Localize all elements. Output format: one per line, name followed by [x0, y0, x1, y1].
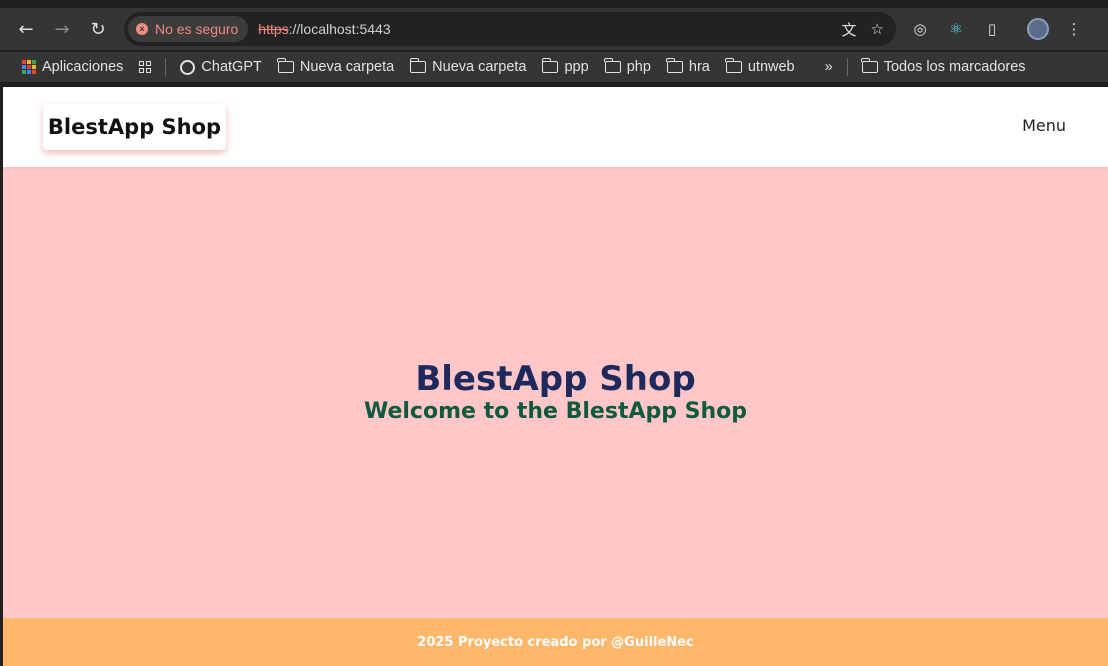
folder-icon: [277, 58, 294, 73]
warning-icon: ×: [136, 23, 148, 35]
bookmark-label: utnweb: [747, 59, 795, 75]
bookmark-label: ppp: [564, 59, 589, 75]
bookmarks-divider: [165, 58, 167, 76]
site-header: BlestApp Shop Menu: [3, 87, 1108, 167]
tab-groups-button[interactable]: [131, 61, 159, 73]
puzzle-icon[interactable]: ▯: [980, 17, 1004, 41]
omnibox-actions: 文 ☆: [842, 12, 884, 46]
forward-button[interactable]: →: [44, 11, 80, 47]
folder-icon: [409, 58, 427, 73]
folder-icon: [861, 58, 878, 73]
folder-icon: [666, 58, 683, 73]
hero-subtitle: Welcome to the BlestApp Shop: [363, 399, 748, 424]
target-icon[interactable]: ◎: [908, 17, 932, 41]
translate-icon[interactable]: 文: [842, 19, 857, 40]
arrow-right-icon: →: [54, 18, 70, 40]
folder-icon: [725, 58, 742, 73]
extension-icons: ◎ ⚛ ▯ ⋮: [908, 8, 1086, 50]
bookmark-label: Nueva carpeta: [299, 59, 395, 75]
arrow-left-icon: ←: [18, 18, 34, 40]
bookmark-apps-label: Aplicaciones: [42, 59, 124, 75]
star-icon[interactable]: ☆: [871, 20, 884, 38]
profile-avatar[interactable]: [1026, 17, 1050, 41]
bookmark-apps[interactable]: Aplicaciones: [14, 59, 131, 75]
url-text[interactable]: https://localhost:5443: [258, 21, 390, 37]
bookmark-label: hra: [688, 59, 710, 75]
bookmarks-overflow-button[interactable]: »: [817, 59, 841, 75]
menu-button[interactable]: Menu: [1022, 116, 1066, 135]
bookmark-all[interactable]: Todos los marcadores: [854, 58, 1034, 75]
bookmark-folder[interactable]: php: [597, 58, 659, 75]
bookmark-label: Nueva carpeta: [432, 59, 527, 75]
folder-icon: [604, 58, 621, 73]
url-scheme: https: [258, 21, 289, 37]
browser-window: ← → ↻ × No es seguro https://localhost:5…: [0, 0, 1108, 666]
bookmark-folder[interactable]: utnweb: [718, 58, 803, 75]
chatgpt-icon: [180, 59, 196, 75]
bookmark-folder[interactable]: Nueva carpeta: [402, 58, 534, 75]
page-viewport: BlestApp Shop Menu BlestApp Shop Welcome…: [3, 87, 1108, 666]
hero-title: BlestApp Shop: [415, 359, 696, 399]
bookmark-folder[interactable]: hra: [659, 58, 718, 75]
security-chip[interactable]: × No es seguro: [128, 16, 249, 42]
brand-logo[interactable]: BlestApp Shop: [43, 104, 226, 150]
bookmark-folder[interactable]: ppp: [534, 58, 596, 75]
footer-text: 2025 Proyecto creado por @GuilleNec: [417, 634, 694, 650]
bookmark-all-label: Todos los marcadores: [883, 59, 1026, 75]
chevron-double-right-icon: »: [824, 59, 833, 75]
address-bar[interactable]: × No es seguro https://localhost:5443 文 …: [124, 12, 896, 46]
folder-icon: [541, 58, 559, 73]
security-chip-label: No es seguro: [155, 21, 239, 37]
url-host: ://localhost:5443: [288, 21, 391, 37]
bookmark-label: php: [626, 59, 651, 75]
bookmarks-divider: [846, 58, 848, 76]
more-vert-icon[interactable]: ⋮: [1062, 17, 1086, 41]
avatar: [1027, 18, 1049, 40]
back-button[interactable]: ←: [8, 11, 44, 47]
reload-button[interactable]: ↻: [80, 11, 116, 47]
reload-icon: ↻: [90, 18, 106, 40]
bookmark-label: ChatGPT: [201, 59, 262, 75]
grid-icon: [139, 61, 152, 73]
hero-section: BlestApp Shop Welcome to the BlestApp Sh…: [3, 167, 1108, 619]
apps-icon: [22, 60, 36, 74]
site-footer: 2025 Proyecto creado por @GuilleNec: [3, 618, 1108, 666]
bookmark-folder[interactable]: Nueva carpeta: [270, 58, 402, 75]
react-icon[interactable]: ⚛: [944, 17, 968, 41]
bookmark-chatgpt[interactable]: ChatGPT: [172, 59, 269, 75]
browser-toolbar: ← → ↻ × No es seguro https://localhost:5…: [0, 8, 1108, 50]
bookmarks-bar: Aplicaciones ChatGPT Nueva carpeta Nueva…: [0, 52, 1108, 82]
